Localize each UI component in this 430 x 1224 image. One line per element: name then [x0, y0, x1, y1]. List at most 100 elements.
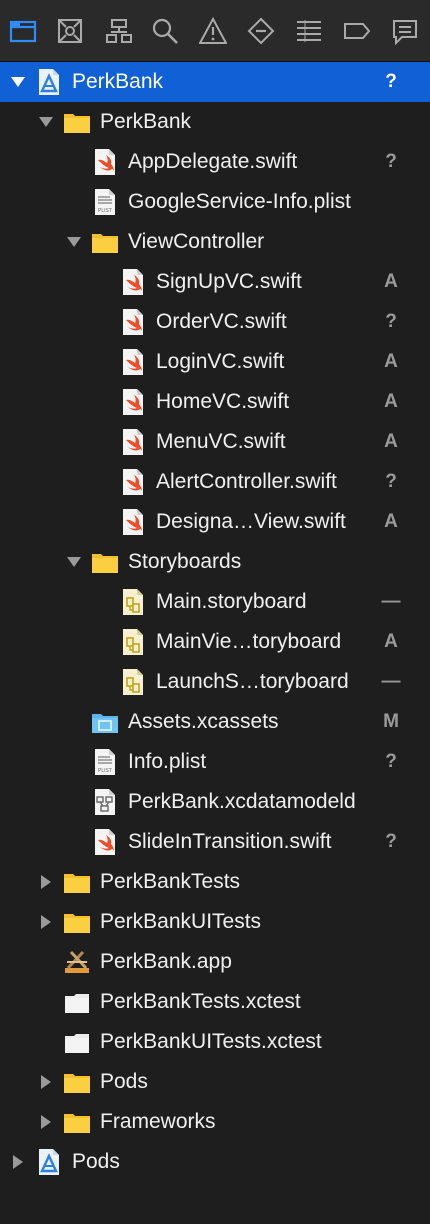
tree-row[interactable]: OrderVC.swift?	[0, 302, 430, 342]
disclosure-expanded-icon[interactable]	[38, 114, 54, 130]
disclosure-collapsed-icon[interactable]	[38, 1114, 54, 1130]
tree-row[interactable]: Assets.xcassets M	[0, 702, 430, 742]
swift-file-icon	[119, 508, 147, 536]
swift-file-icon	[119, 348, 147, 376]
source-control-status: A	[384, 391, 398, 412]
source-control-navigator-icon[interactable]	[55, 16, 85, 46]
xctest-bundle-icon	[63, 1028, 91, 1056]
source-control-status: —	[381, 671, 401, 692]
tree-row[interactable]: Frameworks	[0, 1102, 430, 1142]
tree-row-label: MenuVC.swift	[156, 430, 286, 453]
swift-file-icon	[119, 428, 147, 456]
folder-icon	[63, 908, 91, 936]
source-control-status: ?	[385, 471, 397, 492]
tree-row-label: PerkBankUITests.xctest	[100, 1030, 322, 1053]
tree-row-label: Designa…View.swift	[156, 510, 346, 533]
find-navigator-icon[interactable]	[150, 16, 180, 46]
project-navigator-tree: PerkBank? PerkBank AppDelegate.swift? PLIST…	[0, 62, 430, 1182]
swift-file-icon	[91, 148, 119, 176]
report-navigator-icon[interactable]	[390, 16, 420, 46]
tree-row-label: SignUpVC.swift	[156, 270, 302, 293]
folder-icon	[63, 1108, 91, 1136]
source-control-status: A	[384, 431, 398, 452]
tree-row-label: PerkBank.app	[100, 950, 232, 973]
storyboard-file-icon	[119, 628, 147, 656]
source-control-status: A	[384, 511, 398, 532]
source-control-status: A	[384, 351, 398, 372]
issue-navigator-icon[interactable]	[198, 16, 228, 46]
source-control-status: ?	[385, 151, 397, 172]
disclosure-collapsed-icon[interactable]	[38, 874, 54, 890]
tree-row-label: PerkBankTests.xctest	[100, 990, 301, 1013]
tree-row-label: AppDelegate.swift	[128, 150, 298, 173]
tree-row-label: LoginVC.swift	[156, 350, 285, 373]
tree-row[interactable]: PerkBankUITests.xctest	[0, 1022, 430, 1062]
tree-row[interactable]: Main.storyboard —	[0, 582, 430, 622]
tree-row[interactable]: MenuVC.swift A	[0, 422, 430, 462]
tree-row[interactable]: PerkBank	[0, 102, 430, 142]
tree-row[interactable]: PerkBank?	[0, 62, 430, 102]
disclosure-expanded-icon[interactable]	[66, 554, 82, 570]
disclosure-collapsed-icon[interactable]	[38, 1074, 54, 1090]
tree-row[interactable]: PerkBank.app	[0, 942, 430, 982]
xcode-project-icon	[35, 68, 63, 96]
tree-row[interactable]: PerkBank.xcdatamodeld	[0, 782, 430, 822]
source-control-status: ?	[385, 71, 397, 92]
tree-row[interactable]: LaunchS…toryboard —	[0, 662, 430, 702]
storyboard-file-icon	[119, 668, 147, 696]
tree-row-label: HomeVC.swift	[156, 390, 290, 413]
tree-row-label: OrderVC.swift	[156, 310, 287, 333]
svg-text:PLIST: PLIST	[98, 768, 112, 774]
tree-row[interactable]: Pods	[0, 1142, 430, 1182]
source-control-status: M	[383, 711, 399, 732]
folder-icon	[91, 228, 119, 256]
symbol-navigator-icon[interactable]	[104, 16, 134, 46]
tree-row[interactable]: PerkBankUITests	[0, 902, 430, 942]
debug-navigator-icon[interactable]	[294, 16, 324, 46]
tree-row-label: PerkBank	[72, 70, 164, 93]
tree-row-label: SlideInTransition.swift	[128, 830, 332, 853]
folder-icon	[63, 108, 91, 136]
source-control-status: ?	[385, 831, 397, 852]
disclosure-expanded-icon[interactable]	[66, 234, 82, 250]
plist-file-icon: PLIST	[91, 748, 119, 776]
tree-row[interactable]: MainVie…toryboard A	[0, 622, 430, 662]
tree-row-label: MainVie…toryboard	[156, 630, 342, 653]
plist-file-icon: PLIST	[91, 188, 119, 216]
app-product-icon	[63, 948, 91, 976]
tree-row[interactable]: Storyboards	[0, 542, 430, 582]
tree-row-label: LaunchS…toryboard	[156, 670, 349, 693]
tree-row[interactable]: ViewController	[0, 222, 430, 262]
storyboard-file-icon	[119, 588, 147, 616]
tree-row-label: PerkBankTests	[100, 870, 241, 893]
tree-row[interactable]: PLIST Info.plist?	[0, 742, 430, 782]
disclosure-collapsed-icon[interactable]	[38, 914, 54, 930]
tree-row[interactable]: PLIST GoogleService-Info.plist	[0, 182, 430, 222]
tree-row[interactable]: SlideInTransition.swift?	[0, 822, 430, 862]
tree-row[interactable]: SignUpVC.swift A	[0, 262, 430, 302]
tree-row-label: Pods	[100, 1070, 148, 1093]
breakpoint-navigator-icon[interactable]	[342, 16, 372, 46]
tree-row[interactable]: PerkBankTests.xctest	[0, 982, 430, 1022]
data-model-icon	[91, 788, 119, 816]
folder-icon	[91, 548, 119, 576]
tree-row[interactable]: AlertController.swift?	[0, 462, 430, 502]
disclosure-collapsed-icon[interactable]	[10, 1154, 26, 1170]
source-control-status: ?	[385, 311, 397, 332]
asset-catalog-icon	[91, 708, 119, 736]
tree-row[interactable]: HomeVC.swift A	[0, 382, 430, 422]
swift-file-icon	[119, 388, 147, 416]
tree-row-label: Pods	[72, 1150, 120, 1173]
tree-row-label: PerkBank	[100, 110, 192, 133]
tree-row[interactable]: Pods	[0, 1062, 430, 1102]
project-navigator-icon[interactable]	[8, 16, 38, 46]
tree-row[interactable]: LoginVC.swift A	[0, 342, 430, 382]
swift-file-icon	[91, 828, 119, 856]
tree-row[interactable]: PerkBankTests	[0, 862, 430, 902]
tree-row-label: PerkBankUITests	[100, 910, 262, 933]
disclosure-expanded-icon[interactable]	[10, 74, 26, 90]
tree-row[interactable]: Designa…View.swift A	[0, 502, 430, 542]
source-control-status: —	[381, 591, 401, 612]
test-navigator-icon[interactable]	[246, 16, 276, 46]
tree-row[interactable]: AppDelegate.swift?	[0, 142, 430, 182]
